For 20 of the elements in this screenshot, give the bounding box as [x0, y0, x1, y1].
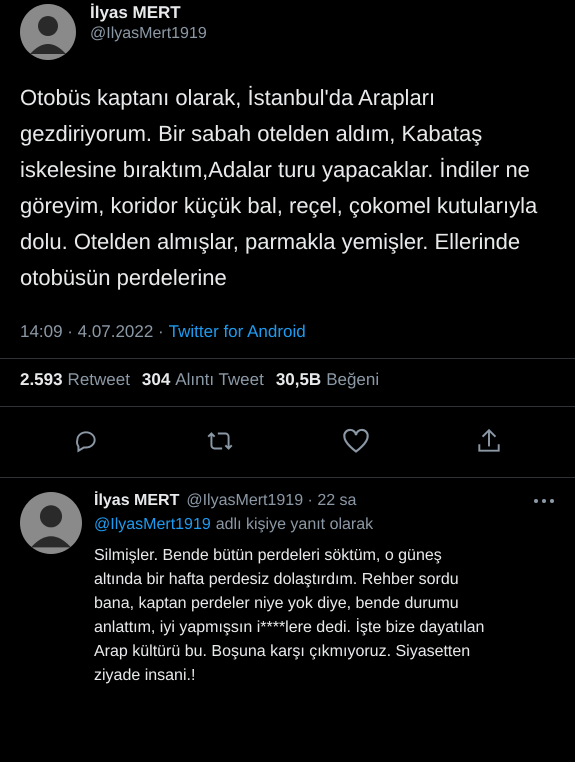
avatar-icon[interactable] — [20, 4, 76, 60]
author-handle[interactable]: @IlyasMert1919 — [90, 25, 207, 43]
stat-label[interactable]: Retweet — [68, 370, 130, 390]
mention-link[interactable]: @IlyasMert1919 — [94, 516, 211, 534]
stat-count: 2.593 — [20, 370, 63, 390]
heart-icon[interactable] — [342, 428, 370, 454]
tweet-timestamp: 14:09 · 4.07.2022 · — [20, 322, 164, 342]
author-name[interactable]: İlyas MERT — [90, 3, 207, 23]
author-handle: @IlyasMert1919 · 22 sa — [186, 492, 356, 510]
stat-count: 304 — [142, 370, 170, 390]
source-link[interactable]: Twitter for Android — [168, 322, 306, 342]
stat-label[interactable]: Beğeni — [326, 370, 380, 390]
tweet-text: Otobüs kaptanı olarak, İstanbul'da Arapları gezdiriyorum. Bir sabah otelden aldım, Kabataş iskelesine bıraktım,Adalar turu yapacaklar. İndiler ne göreyim, koridor küçük bal, reçel, çokomel kutularıyla dolu. Otelden almışlar, parmakla yemişler. Ellerinde otobüsün perdelerine — [20, 84, 538, 292]
stat-label[interactable]: Alıntı Tweet — [175, 370, 264, 390]
avatar-icon[interactable] — [20, 492, 82, 554]
stat-count: 30,5B — [276, 370, 322, 390]
more-icon[interactable] — [533, 498, 555, 504]
reply-text: Silmişler. Bende bütün perdeleri söktüm, o güneş altında bir hafta perdesiz dolaştırdım. Rehber sordu bana, kaptan perdeler niye yok diye, bende durumu anlattım, iyi yapmışsın i****lere dedi. İşte bize dayatılan Arap kültürü bu. Boşuna karşı çıkmıyoruz. Siyasetten ziyade insani.! — [94, 546, 486, 686]
replying-to-text: adlı kişiye yanıt olarak — [216, 516, 374, 534]
author-name[interactable]: İlyas MERT — [94, 492, 180, 510]
